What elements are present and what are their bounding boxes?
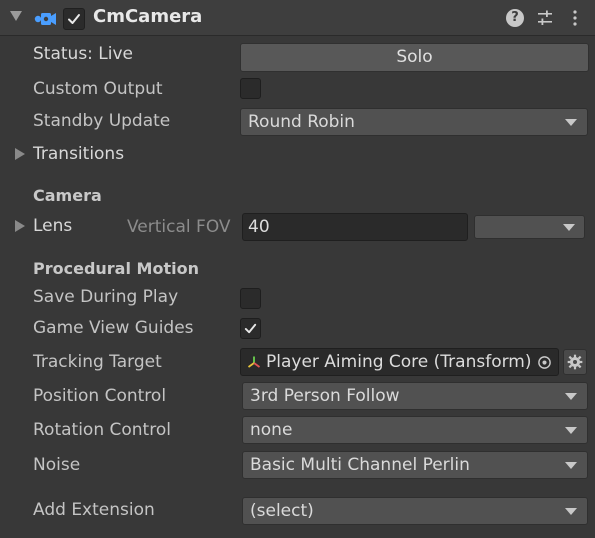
cinemachine-camera-icon [34,13,56,25]
status-label: Status: Live [33,44,134,64]
object-picker-icon[interactable] [537,355,552,370]
dropdown-caret-icon [565,119,577,126]
help-icon[interactable]: ? [506,9,524,27]
vertical-fov-input[interactable]: 40 [242,213,468,241]
position-control-label: Position Control [33,386,167,406]
lens-foldout-icon[interactable] [15,220,25,232]
dropdown-caret-icon [565,427,577,434]
dropdown-caret-icon [563,224,575,231]
component-header: CmCamera ? [0,0,595,36]
noise-value: Basic Multi Channel Perlin [250,455,470,475]
camera-section-title: Camera [33,186,102,205]
custom-output-label: Custom Output [33,79,163,99]
add-extension-dropdown[interactable]: (select) [242,497,588,525]
add-extension-label: Add Extension [33,500,155,520]
transitions-foldout-icon[interactable] [15,148,25,160]
tracking-target-value: Player Aiming Core (Transform) [266,352,532,372]
game-view-guides-checkbox[interactable] [240,318,261,339]
rotation-control-label: Rotation Control [33,420,171,440]
tracking-target-label: Tracking Target [33,352,162,372]
save-during-play-label: Save During Play [33,287,179,307]
standby-update-label: Standby Update [33,111,171,131]
lens-preset-dropdown[interactable] [474,215,585,239]
standby-update-value: Round Robin [248,112,355,132]
save-during-play-checkbox[interactable] [240,288,261,309]
component-title: CmCamera [93,6,203,27]
checkmark-icon [244,323,257,334]
position-control-value: 3rd Person Follow [250,386,400,406]
noise-dropdown[interactable]: Basic Multi Channel Perlin [242,451,588,479]
transform-icon [247,356,261,368]
context-menu-icon[interactable] [566,9,584,27]
position-control-dropdown[interactable]: 3rd Person Follow [242,382,588,410]
custom-output-checkbox[interactable] [240,78,261,99]
dropdown-caret-icon [565,462,577,469]
solo-button[interactable]: Solo [240,43,589,72]
presets-icon[interactable] [536,9,554,27]
standby-update-dropdown[interactable]: Round Robin [240,108,588,136]
vertical-fov-label[interactable]: Vertical FOV [127,217,231,237]
transitions-label[interactable]: Transitions [33,144,124,164]
rotation-control-dropdown[interactable]: none [242,416,588,444]
procedural-motion-section-title: Procedural Motion [33,259,199,278]
rotation-control-value: none [250,420,293,440]
dropdown-caret-icon [565,508,577,515]
noise-label: Noise [33,455,81,475]
dropdown-caret-icon [565,393,577,400]
component-enabled-checkbox[interactable] [63,8,85,30]
lens-label[interactable]: Lens [33,216,72,236]
checkmark-icon [68,14,80,24]
cinemachine-camera-inspector: CmCamera ? Status: Live Solo Custom Outp… [0,0,595,538]
tracking-target-object-field[interactable]: Player Aiming Core (Transform) [240,348,559,376]
gear-icon[interactable] [563,349,587,375]
game-view-guides-label: Game View Guides [33,318,194,338]
foldout-arrow-icon[interactable] [10,11,22,21]
add-extension-value: (select) [250,501,314,521]
